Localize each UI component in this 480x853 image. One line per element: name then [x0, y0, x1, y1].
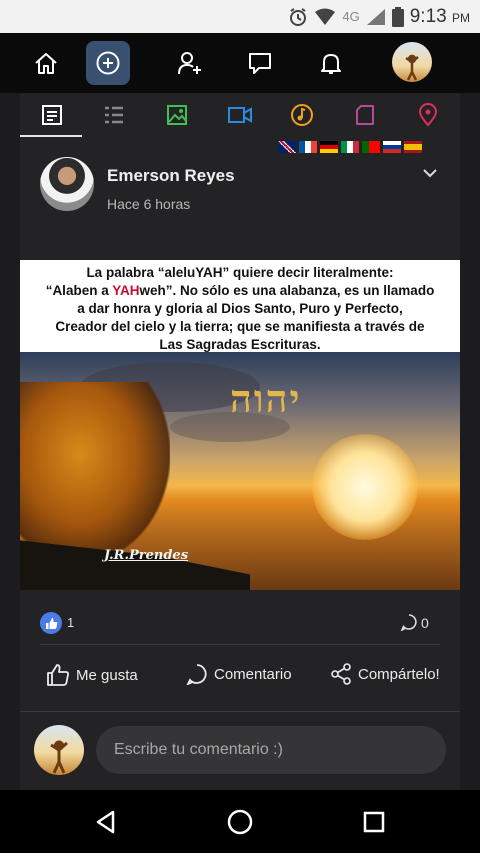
share-button[interactable]: Compártelo!: [330, 663, 440, 685]
comment-button[interactable]: Comentario: [186, 663, 292, 685]
add-user-icon: [178, 52, 201, 75]
tab-video[interactable]: [225, 101, 255, 129]
location-tab-icon: [418, 103, 438, 127]
sun: [312, 434, 418, 540]
profile-avatar[interactable]: [392, 42, 432, 82]
flag-fr-icon[interactable]: [299, 141, 317, 153]
chevron-down-icon[interactable]: [420, 163, 440, 183]
image-signature: J.R.Prendes: [104, 548, 189, 563]
tab-music[interactable]: [287, 101, 317, 129]
flag-it-icon[interactable]: [341, 141, 359, 153]
wifi-icon: [315, 8, 336, 25]
back-button[interactable]: [89, 805, 123, 839]
status-bar: 4G 9:13 PM: [0, 0, 480, 33]
tree: [20, 382, 170, 562]
person-silhouette-icon: [50, 740, 68, 774]
recents-button[interactable]: [357, 805, 391, 839]
flag-de-icon[interactable]: [320, 141, 338, 153]
author-name[interactable]: Emerson Reyes: [107, 166, 235, 186]
text-tab-icon: [42, 105, 62, 125]
back-triangle-icon: [96, 810, 115, 834]
notifications-button[interactable]: [309, 41, 353, 85]
tab-text[interactable]: [37, 101, 67, 129]
tab-image[interactable]: [162, 101, 192, 129]
comment-icon: [186, 664, 207, 685]
bell-icon: [321, 54, 341, 74]
share-icon: [331, 663, 351, 685]
create-post-button[interactable]: [86, 41, 130, 85]
comment-label: Comentario: [214, 665, 292, 683]
post-actions: Me gusta Comentario Compártelo!: [20, 656, 460, 696]
tab-location[interactable]: [413, 101, 443, 129]
recents-square-icon: [363, 811, 385, 833]
like-label: Me gusta: [76, 666, 138, 684]
friend-requests-button[interactable]: [168, 41, 212, 85]
tab-file[interactable]: [350, 101, 380, 129]
clock: 9:13 PM: [409, 5, 470, 27]
video-tab-icon: [228, 107, 252, 123]
home-circle-icon: [227, 809, 253, 835]
flag-es-icon[interactable]: [404, 141, 422, 153]
hebrew-name: יהוה: [230, 376, 302, 421]
post-stats: 1 0: [20, 607, 460, 637]
home-button[interactable]: [24, 41, 68, 85]
comment-composer: [20, 711, 460, 790]
home-nav-button[interactable]: [223, 805, 257, 839]
battery-icon: [391, 6, 404, 27]
image-tab-icon: [167, 105, 187, 125]
sunset-scene: יהוה J.R.Prendes: [20, 352, 460, 590]
thumbs-up-icon: [45, 617, 57, 629]
list-tab-icon: [105, 106, 123, 124]
like-badge[interactable]: [40, 612, 62, 634]
divider: [40, 644, 440, 645]
file-tab-icon: [356, 105, 374, 125]
image-caption-text: La palabra “aleluYAH” quiere decir liter…: [20, 260, 460, 352]
flag-uk-icon[interactable]: [278, 141, 296, 153]
tab-list[interactable]: [99, 101, 129, 129]
current-user-avatar[interactable]: [34, 725, 84, 775]
post-type-tabs: [20, 93, 460, 137]
post-timestamp: Hace 6 horas: [107, 196, 191, 212]
network-label: 4G: [342, 9, 360, 24]
music-tab-icon: [291, 104, 313, 126]
add-circle-icon: [96, 51, 120, 75]
active-tab-indicator: [20, 135, 82, 137]
comment-bubble-icon: [400, 614, 417, 631]
signal-icon: [366, 8, 385, 25]
flag-pt-icon[interactable]: [362, 141, 380, 153]
like-button[interactable]: Me gusta: [46, 663, 138, 687]
home-icon: [35, 53, 57, 74]
messages-button[interactable]: [238, 41, 282, 85]
share-label: Compártelo!: [358, 665, 440, 683]
like-count: 1: [67, 615, 75, 630]
flag-ru-icon[interactable]: [383, 141, 401, 153]
system-nav-bar: [0, 790, 480, 853]
top-app-bar: [0, 33, 480, 93]
messages-icon: [249, 53, 271, 74]
thumbs-up-outline-icon: [47, 664, 69, 686]
author-avatar[interactable]: [40, 157, 94, 211]
language-flags: [278, 141, 422, 153]
comment-count: 0: [421, 615, 429, 631]
alarm-icon: [290, 7, 307, 26]
post-card: Emerson Reyes Hace 6 horas La palabra “a…: [20, 93, 460, 790]
post-image[interactable]: La palabra “aleluYAH” quiere decir liter…: [20, 260, 460, 590]
person-silhouette-icon: [405, 54, 419, 81]
comment-input[interactable]: [96, 726, 446, 774]
